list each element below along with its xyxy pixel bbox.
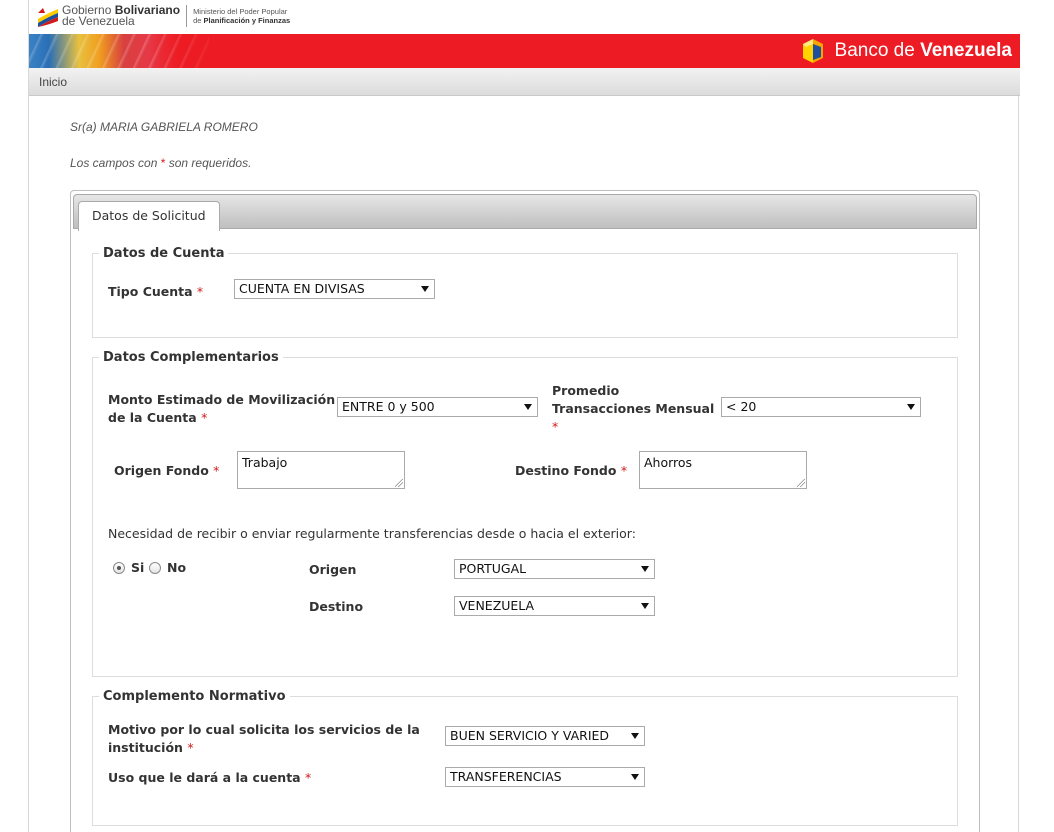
radio-no-label[interactable]: No [167,559,186,577]
nav-inicio-link[interactable]: Inicio [39,75,67,89]
legend-datos-complementarios: Datos Complementarios [99,350,283,365]
tab-bar: Datos de Solicitud [73,194,977,231]
fieldset-datos-de-cuenta: Datos de Cuenta Tipo Cuenta * CUENTA EN … [92,246,958,338]
monto-estimado-select[interactable]: ENTRE 0 y 500 [337,397,538,417]
radio-si-label[interactable]: Si [131,559,144,577]
destino-fondo-textarea[interactable]: Ahorros [639,451,807,489]
origen-label: Origen [309,562,357,577]
dropdown-arrow-icon [631,733,639,739]
form-panel: Datos de Solicitud Datos de Cuenta Tipo … [70,190,980,832]
government-name: Gobierno Bolivariano de Venezuela [62,3,181,28]
fieldset-datos-complementarios: Datos Complementarios Monto Estimado de … [92,350,958,677]
bank-logo-icon [802,39,823,63]
legend-datos-de-cuenta: Datos de Cuenta [99,246,229,261]
uso-cuenta-label: Uso que le dará a la cuenta * [108,770,312,785]
venezuela-flag-icon [38,8,58,27]
fieldset-complemento-normativo: Complemento Normativo Motivo por lo cual… [92,689,958,826]
radio-si[interactable] [113,562,125,574]
radio-no[interactable] [149,562,161,574]
uso-cuenta-select[interactable]: TRANSFERENCIAS [445,767,645,787]
destino-pais-select[interactable]: VENEZUELA [454,596,655,616]
origen-pais-select[interactable]: PORTUGAL [454,559,655,579]
bank-banner: Banco de Venezuela [29,34,1020,68]
origen-fondo-textarea[interactable]: Trabajo [237,451,405,489]
government-logo: Gobierno Bolivariano de Venezuela Minist… [37,3,291,28]
dropdown-arrow-icon [641,603,649,609]
government-bar: Gobierno Bolivariano de Venezuela Minist… [29,0,1020,34]
dropdown-arrow-icon [641,566,649,572]
destino-fondo-label: Destino Fondo * [515,463,628,478]
dropdown-arrow-icon [524,404,532,410]
promedio-transacciones-label: Promedio Transacciones Mensual * [552,383,715,434]
resize-grip-icon[interactable] [395,479,403,487]
required-fields-note: Los campos con * son requeridos. [70,156,252,170]
motivo-label: Motivo por lo cual solicita los servicio… [108,722,420,755]
user-greeting: Sr(a) MARIA GABRIELA ROMERO [70,120,258,134]
origen-fondo-label: Origen Fondo * [114,463,220,478]
bank-name: Banco de Venezuela [834,40,1012,61]
tab-datos-de-solicitud[interactable]: Datos de Solicitud [78,201,220,231]
resize-grip-icon[interactable] [797,479,805,487]
page-frame: Gobierno Bolivariano de Venezuela Minist… [28,0,1020,832]
ministry-name: Ministerio del Poder Popular de Planific… [193,7,291,25]
dropdown-arrow-icon [421,286,429,292]
tipo-cuenta-select[interactable]: CUENTA EN DIVISAS [234,279,435,299]
tipo-cuenta-label: Tipo Cuenta * [108,284,204,299]
dropdown-arrow-icon [631,774,639,780]
promedio-transacciones-select[interactable]: < 20 [721,397,921,417]
destino-label: Destino [309,599,364,614]
navigation-bar: Inicio [29,68,1020,96]
motivo-select[interactable]: BUEN SERVICIO Y VARIED [445,726,645,746]
legend-complemento-normativo: Complemento Normativo [99,689,290,704]
logo-divider [186,5,188,27]
dropdown-arrow-icon [907,404,915,410]
monto-estimado-label: Monto Estimado de Movilización de la Cue… [108,392,336,425]
transferencias-question: Necesidad de recibir o enviar regularmen… [108,526,636,541]
bank-logo: Banco de Venezuela [801,38,1012,64]
